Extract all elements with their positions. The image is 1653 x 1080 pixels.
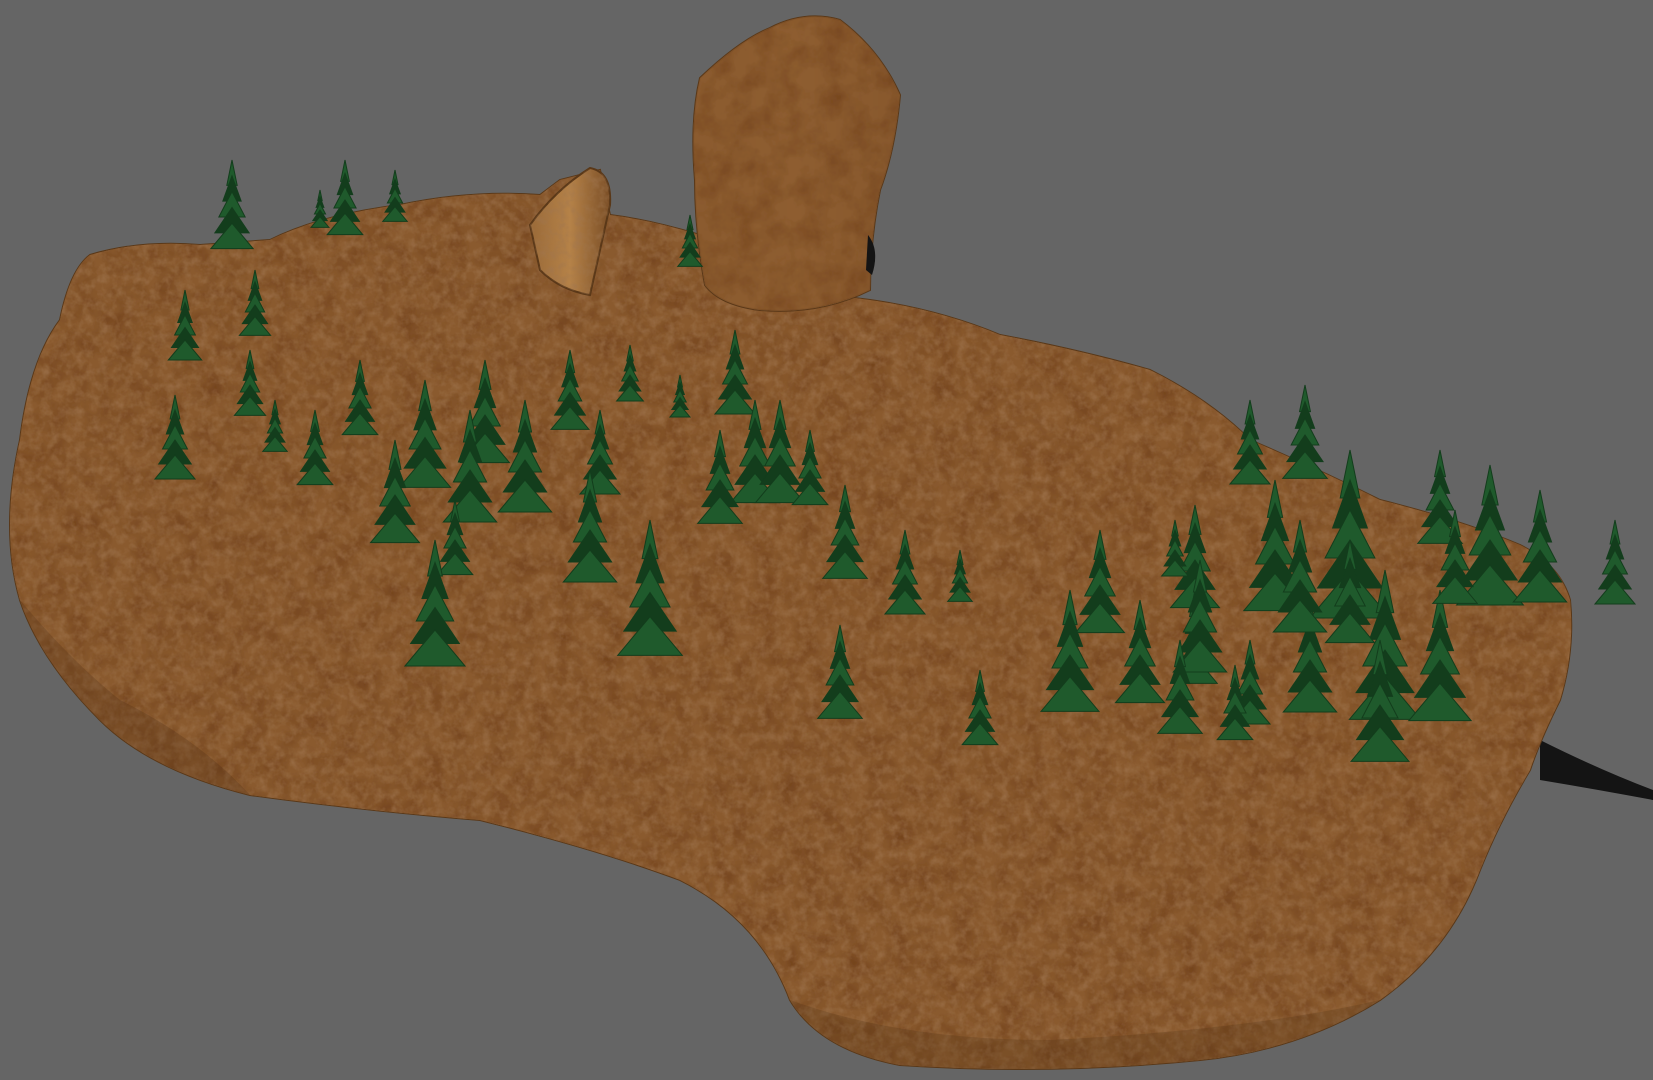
rock-mesa [9, 15, 1653, 1070]
pine-tree [209, 159, 255, 250]
terrain-render [9, 15, 1653, 1070]
3d-viewport[interactable] [0, 0, 1653, 1080]
pine-tree [1593, 519, 1637, 605]
rock-shadow [1540, 740, 1653, 800]
